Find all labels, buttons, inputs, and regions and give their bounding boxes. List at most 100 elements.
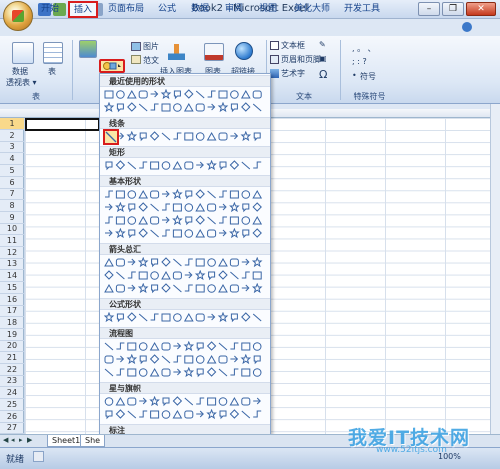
close-button[interactable]: ✕ <box>466 2 496 16</box>
symbol-icon[interactable]: Ω <box>319 68 327 81</box>
shapes-row-icons[interactable] <box>104 228 266 239</box>
special-chars-row-2[interactable]: ; : ? <box>352 57 367 66</box>
shapes-row <box>104 215 266 227</box>
chart-icon[interactable] <box>204 43 224 61</box>
restore-button[interactable]: ❐ <box>442 2 464 16</box>
shapes-row-icons[interactable] <box>104 189 266 200</box>
insert-chart-icon[interactable] <box>168 44 185 60</box>
row-number[interactable]: 4 <box>0 153 24 166</box>
shapes-section-header: 公式形状 <box>100 298 270 310</box>
watermark-url: www.52itjs.com <box>376 445 447 455</box>
tab-page-layout[interactable]: 页面布局 <box>106 2 146 17</box>
row-number[interactable]: 5 <box>0 165 24 177</box>
shapes-row-icons[interactable] <box>104 354 266 365</box>
row-number[interactable]: 11 <box>0 235 24 247</box>
shapes-dropdown-button[interactable] <box>99 59 125 73</box>
hyperlink-icon[interactable] <box>235 42 253 60</box>
pivot-table-icon[interactable] <box>12 42 34 64</box>
special-chars-row-1[interactable]: , 。 、 <box>352 43 376 54</box>
row-number[interactable]: 16 <box>0 294 24 306</box>
row-number[interactable]: 8 <box>0 200 24 212</box>
tab-view[interactable]: 视图 <box>256 2 280 17</box>
shapes-section-header: 箭头总汇 <box>100 243 270 255</box>
shapes-row <box>104 270 266 282</box>
macro-record-icon[interactable] <box>33 451 44 462</box>
row-number[interactable]: 22 <box>0 364 24 376</box>
special-symbol-icon[interactable]: • <box>352 71 357 80</box>
shapes-row-icons[interactable] <box>104 270 266 281</box>
shapes-row-icons[interactable] <box>104 396 266 407</box>
first-sheet-icon[interactable]: ◀ <box>3 436 10 445</box>
shapes-row-icons[interactable] <box>104 283 266 294</box>
text-group-label: 文本 <box>296 92 312 101</box>
group-separator <box>72 40 73 100</box>
shapes-section-header: 矩形 <box>100 146 270 158</box>
sheet-tab-sheet2[interactable]: She <box>80 435 106 447</box>
row-number[interactable]: 17 <box>0 305 24 318</box>
shapes-row-icons[interactable] <box>104 257 266 268</box>
vertical-scrollbar[interactable] <box>490 104 500 434</box>
row-number[interactable]: 2 <box>0 130 24 142</box>
help-icon[interactable] <box>462 22 472 32</box>
shapes-row-icons[interactable] <box>104 89 266 100</box>
shapes-row <box>104 160 266 172</box>
table-icon[interactable] <box>43 42 63 64</box>
row-number[interactable]: 3 <box>0 141 24 154</box>
shapes-row-icons[interactable] <box>104 409 266 420</box>
shapes-row <box>104 283 266 295</box>
row-number[interactable]: 7 <box>0 188 24 201</box>
office-button[interactable] <box>3 1 33 31</box>
picture-icon[interactable] <box>131 42 141 51</box>
table-button-label: 表 <box>48 67 56 76</box>
tab-review[interactable]: 审阅 <box>222 2 246 17</box>
special-symbol-label[interactable]: 符号 <box>360 71 376 82</box>
picture-large-icon[interactable] <box>79 40 97 58</box>
row-number[interactable]: 27 <box>0 422 24 435</box>
line-shape-selected[interactable] <box>103 129 119 145</box>
minimize-button[interactable]: – <box>418 2 440 16</box>
row-number[interactable]: 10 <box>0 223 24 236</box>
shapes-row-icons[interactable] <box>104 131 266 142</box>
row-number[interactable]: 25 <box>0 399 24 411</box>
row-number[interactable]: 6 <box>0 177 24 189</box>
row-number[interactable]: 26 <box>0 411 24 423</box>
prev-sheet-icon[interactable]: ◂ <box>11 436 18 445</box>
textbox-icon[interactable] <box>270 41 279 50</box>
row-number[interactable]: 14 <box>0 270 24 283</box>
tab-beautify[interactable]: 美化大师 <box>292 2 332 17</box>
shapes-row-icons[interactable] <box>104 312 266 323</box>
tab-insert[interactable]: 插入 <box>68 1 98 18</box>
row-number[interactable]: 19 <box>0 329 24 341</box>
signature-icon[interactable]: ✎ <box>319 40 326 49</box>
shapes-row-icons[interactable] <box>104 202 266 213</box>
shapes-section-header: 线条 <box>100 117 270 129</box>
template-icon[interactable] <box>131 55 141 64</box>
row-number[interactable]: 13 <box>0 258 24 271</box>
object-icon[interactable]: ▣ <box>319 54 327 63</box>
special-group-label: 特殊符号 <box>353 92 386 101</box>
shapes-row-icons[interactable] <box>104 215 266 226</box>
tab-data[interactable]: 数据 <box>188 2 212 17</box>
tab-developer[interactable]: 开发工具 <box>342 2 382 17</box>
row-number[interactable]: 24 <box>0 387 24 400</box>
header-footer-icon[interactable] <box>270 55 279 64</box>
row-number[interactable]: 20 <box>0 340 24 353</box>
wordart-icon[interactable] <box>270 69 279 78</box>
selected-cell[interactable] <box>25 118 100 131</box>
row-number[interactable]: 21 <box>0 352 24 364</box>
row-number[interactable]: 15 <box>0 282 24 294</box>
row-number[interactable]: 18 <box>0 317 24 329</box>
shapes-section-header: 基本形状 <box>100 175 270 187</box>
row-number[interactable]: 23 <box>0 375 24 388</box>
row-number[interactable]: 1 <box>0 118 24 130</box>
next-sheet-icon[interactable]: ▸ <box>19 436 26 445</box>
shapes-row-icons[interactable] <box>104 160 266 171</box>
tab-formulas[interactable]: 公式 <box>155 2 179 17</box>
row-number[interactable]: 9 <box>0 212 24 224</box>
shapes-row-icons[interactable] <box>104 341 266 352</box>
row-number[interactable]: 12 <box>0 247 24 259</box>
tab-home[interactable]: 开始 <box>38 2 62 17</box>
last-sheet-icon[interactable]: ▶ <box>27 436 34 445</box>
shapes-row-icons[interactable] <box>104 102 266 113</box>
shapes-row-icons[interactable] <box>104 367 266 378</box>
